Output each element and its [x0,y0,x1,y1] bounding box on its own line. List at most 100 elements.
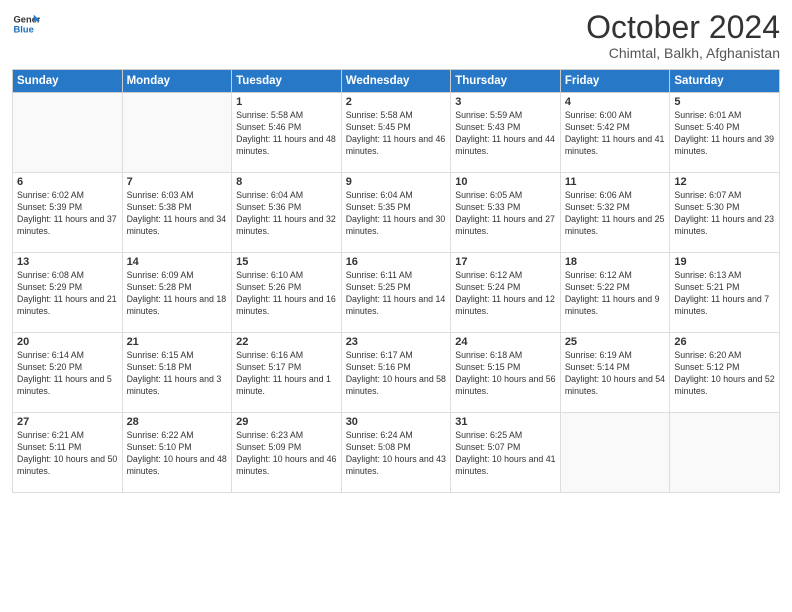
day-number: 31 [455,416,556,428]
calendar-body: 1 Sunrise: 5:58 AM Sunset: 5:46 PM Daylig… [13,93,780,493]
cell-info: Sunrise: 5:58 AM Sunset: 5:46 PM Dayligh… [236,110,337,158]
calendar-cell: 29Sunrise: 6:23 AM Sunset: 5:09 PM Dayli… [232,413,342,493]
weekday-header: Friday [560,70,670,93]
subtitle: Chimtal, Balkh, Afghanistan [586,45,780,61]
cell-info: Sunrise: 6:23 AM Sunset: 5:09 PM Dayligh… [236,430,337,478]
cell-info: Sunrise: 6:08 AM Sunset: 5:29 PM Dayligh… [17,270,118,318]
calendar-cell: 12 Sunrise: 6:07 AM Sunset: 5:30 PM Dayli… [670,173,780,253]
cell-info: Sunrise: 6:10 AM Sunset: 5:26 PM Dayligh… [236,270,337,318]
cell-info: Sunrise: 5:58 AM Sunset: 5:45 PM Dayligh… [346,110,447,158]
calendar-cell: 27Sunrise: 6:21 AM Sunset: 5:11 PM Dayli… [13,413,123,493]
calendar-cell: 22 Sunrise: 6:16 AM Sunset: 5:17 PM Dayli… [232,333,342,413]
cell-info: Sunrise: 6:13 AM Sunset: 5:21 PM Dayligh… [674,270,775,318]
logo-icon: General Blue [12,10,40,38]
day-number: 12 [674,176,775,188]
day-number: 23 [346,336,447,348]
day-number: 18 [565,256,666,268]
day-number: 11 [565,176,666,188]
cell-info: Sunrise: 6:24 AM Sunset: 5:08 PM Dayligh… [346,430,447,478]
cell-info: Sunrise: 6:20 AM Sunset: 5:12 PM Dayligh… [674,350,775,398]
calendar-week-row: 27Sunrise: 6:21 AM Sunset: 5:11 PM Dayli… [13,413,780,493]
cell-info: Sunrise: 6:07 AM Sunset: 5:30 PM Dayligh… [674,190,775,238]
calendar-cell: 5 Sunrise: 6:01 AM Sunset: 5:40 PM Daylig… [670,93,780,173]
day-number: 10 [455,176,556,188]
title-block: October 2024 Chimtal, Balkh, Afghanistan [586,10,780,61]
cell-info: Sunrise: 6:21 AM Sunset: 5:11 PM Dayligh… [17,430,118,478]
calendar-cell: 10 Sunrise: 6:05 AM Sunset: 5:33 PM Dayli… [451,173,561,253]
day-number: 20 [17,336,118,348]
calendar-cell: 30 Sunrise: 6:24 AM Sunset: 5:08 PM Dayli… [341,413,451,493]
day-number: 30 [346,416,447,428]
day-number: 3 [455,96,556,108]
svg-text:Blue: Blue [14,25,34,35]
cell-info: Sunrise: 6:04 AM Sunset: 5:36 PM Dayligh… [236,190,337,238]
month-title: October 2024 [586,10,780,45]
day-number: 21 [127,336,228,348]
logo: General Blue [12,10,40,38]
calendar-cell [122,93,232,173]
weekday-header: Wednesday [341,70,451,93]
cell-info: Sunrise: 6:25 AM Sunset: 5:07 PM Dayligh… [455,430,556,478]
calendar-cell [670,413,780,493]
calendar-cell: 19 Sunrise: 6:13 AM Sunset: 5:21 PM Dayli… [670,253,780,333]
cell-info: Sunrise: 6:12 AM Sunset: 5:22 PM Dayligh… [565,270,666,318]
cell-info: Sunrise: 6:04 AM Sunset: 5:35 PM Dayligh… [346,190,447,238]
cell-info: Sunrise: 6:06 AM Sunset: 5:32 PM Dayligh… [565,190,666,238]
day-number: 19 [674,256,775,268]
header: General Blue October 2024 Chimtal, Balkh… [12,10,780,61]
weekday-header: Thursday [451,70,561,93]
day-number: 1 [236,96,337,108]
weekday-header: Sunday [13,70,123,93]
calendar-cell: 24 Sunrise: 6:18 AM Sunset: 5:15 PM Dayli… [451,333,561,413]
calendar-cell: 1 Sunrise: 5:58 AM Sunset: 5:46 PM Daylig… [232,93,342,173]
calendar-cell: 4Sunrise: 6:00 AM Sunset: 5:42 PM Daylig… [560,93,670,173]
calendar-week-row: 20 Sunrise: 6:14 AM Sunset: 5:20 PM Dayli… [13,333,780,413]
cell-info: Sunrise: 6:19 AM Sunset: 5:14 PM Dayligh… [565,350,666,398]
calendar-cell: 13 Sunrise: 6:08 AM Sunset: 5:29 PM Dayli… [13,253,123,333]
day-number: 28 [127,416,228,428]
cell-info: Sunrise: 6:00 AM Sunset: 5:42 PM Dayligh… [565,110,666,158]
day-number: 24 [455,336,556,348]
calendar-cell: 11 Sunrise: 6:06 AM Sunset: 5:32 PM Dayli… [560,173,670,253]
calendar-cell: 16Sunrise: 6:11 AM Sunset: 5:25 PM Dayli… [341,253,451,333]
day-number: 13 [17,256,118,268]
calendar-cell: 20 Sunrise: 6:14 AM Sunset: 5:20 PM Dayli… [13,333,123,413]
day-number: 5 [674,96,775,108]
day-number: 6 [17,176,118,188]
weekday-header: Tuesday [232,70,342,93]
cell-info: Sunrise: 6:14 AM Sunset: 5:20 PM Dayligh… [17,350,118,398]
page-container: General Blue October 2024 Chimtal, Balkh… [0,0,792,501]
cell-info: Sunrise: 6:17 AM Sunset: 5:16 PM Dayligh… [346,350,447,398]
calendar-cell: 6Sunrise: 6:02 AM Sunset: 5:39 PM Daylig… [13,173,123,253]
day-number: 2 [346,96,447,108]
calendar-cell: 21Sunrise: 6:15 AM Sunset: 5:18 PM Dayli… [122,333,232,413]
day-number: 7 [127,176,228,188]
calendar-cell: 9Sunrise: 6:04 AM Sunset: 5:35 PM Daylig… [341,173,451,253]
weekday-header: Monday [122,70,232,93]
day-number: 26 [674,336,775,348]
calendar-header-row: SundayMondayTuesdayWednesdayThursdayFrid… [13,70,780,93]
calendar-cell: 8Sunrise: 6:04 AM Sunset: 5:36 PM Daylig… [232,173,342,253]
calendar-cell: 17Sunrise: 6:12 AM Sunset: 5:24 PM Dayli… [451,253,561,333]
cell-info: Sunrise: 6:09 AM Sunset: 5:28 PM Dayligh… [127,270,228,318]
day-number: 17 [455,256,556,268]
calendar-cell: 25 Sunrise: 6:19 AM Sunset: 5:14 PM Dayli… [560,333,670,413]
cell-info: Sunrise: 6:16 AM Sunset: 5:17 PM Dayligh… [236,350,337,398]
calendar-week-row: 13 Sunrise: 6:08 AM Sunset: 5:29 PM Dayli… [13,253,780,333]
calendar-week-row: 1 Sunrise: 5:58 AM Sunset: 5:46 PM Daylig… [13,93,780,173]
calendar-cell [560,413,670,493]
calendar-cell: 31 Sunrise: 6:25 AM Sunset: 5:07 PM Dayli… [451,413,561,493]
calendar-cell: 26 Sunrise: 6:20 AM Sunset: 5:12 PM Dayli… [670,333,780,413]
day-number: 25 [565,336,666,348]
day-number: 22 [236,336,337,348]
cell-info: Sunrise: 6:11 AM Sunset: 5:25 PM Dayligh… [346,270,447,318]
calendar-cell: 23 Sunrise: 6:17 AM Sunset: 5:16 PM Dayli… [341,333,451,413]
calendar-cell: 28Sunrise: 6:22 AM Sunset: 5:10 PM Dayli… [122,413,232,493]
cell-info: Sunrise: 6:01 AM Sunset: 5:40 PM Dayligh… [674,110,775,158]
calendar-cell: 18 Sunrise: 6:12 AM Sunset: 5:22 PM Dayli… [560,253,670,333]
cell-info: Sunrise: 6:18 AM Sunset: 5:15 PM Dayligh… [455,350,556,398]
calendar-cell: 14Sunrise: 6:09 AM Sunset: 5:28 PM Dayli… [122,253,232,333]
cell-info: Sunrise: 6:05 AM Sunset: 5:33 PM Dayligh… [455,190,556,238]
calendar-week-row: 6Sunrise: 6:02 AM Sunset: 5:39 PM Daylig… [13,173,780,253]
calendar-cell: 15Sunrise: 6:10 AM Sunset: 5:26 PM Dayli… [232,253,342,333]
